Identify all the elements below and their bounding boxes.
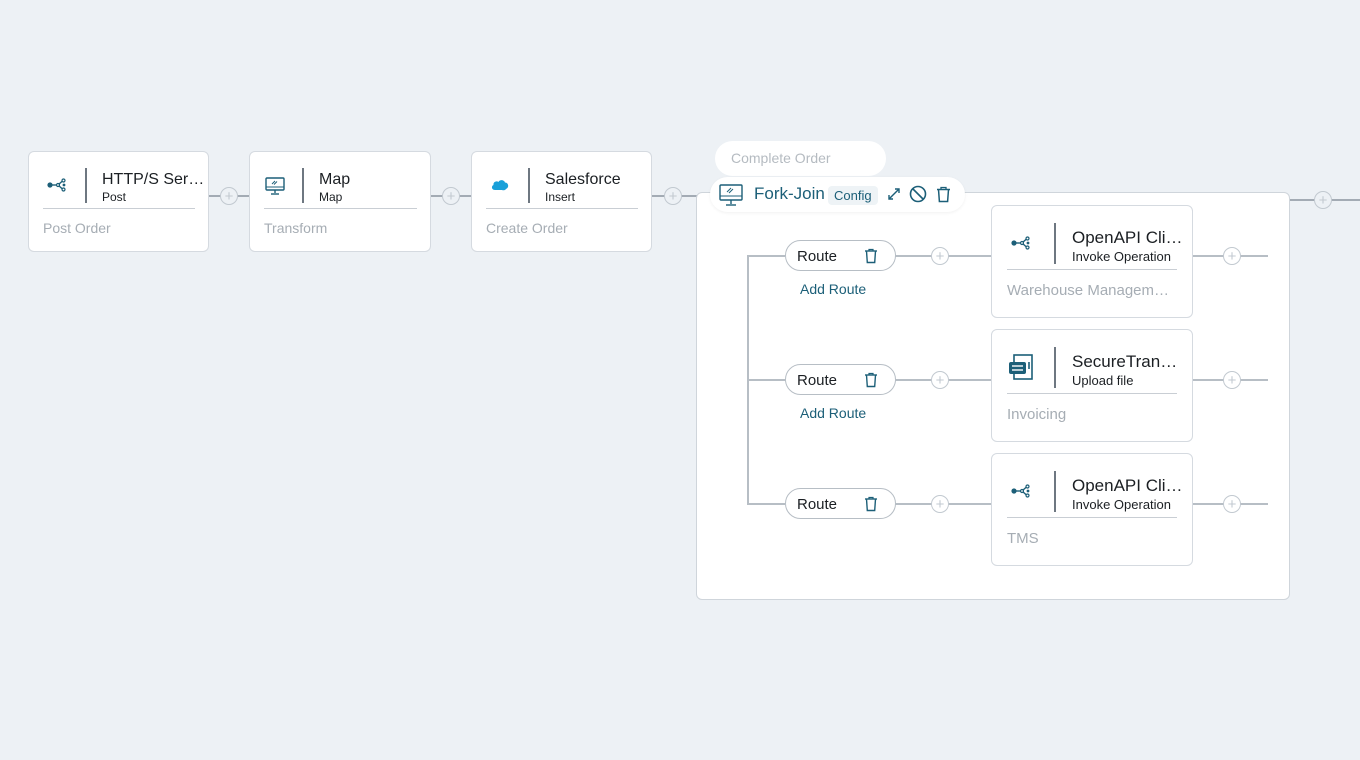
step-subtitle: Insert bbox=[545, 190, 576, 204]
step-title: Salesforce bbox=[545, 171, 621, 188]
monitor-fork-icon bbox=[718, 183, 744, 207]
trash-icon[interactable] bbox=[934, 185, 952, 203]
step-card-salesforce[interactable]: Salesforce Insert Create Order bbox=[471, 151, 652, 252]
step-subtitle: Post bbox=[102, 190, 127, 204]
step-title: OpenAPI Cli… bbox=[1072, 476, 1183, 495]
step-subtitle: Invoke Operation bbox=[1072, 249, 1172, 264]
add-step-button[interactable]: + bbox=[220, 187, 238, 205]
route-target-card[interactable]: SecureTran… Upload file Invoicing bbox=[991, 329, 1193, 442]
step-description: TMS bbox=[1007, 530, 1039, 547]
card-divider bbox=[528, 168, 530, 203]
step-card-http[interactable]: HTTP/S Ser… Post Post Order bbox=[28, 151, 209, 252]
route-line bbox=[747, 255, 785, 257]
disable-icon[interactable] bbox=[909, 185, 927, 203]
step-description: Warehouse Managem… bbox=[1007, 282, 1170, 299]
add-step-button[interactable]: + bbox=[931, 247, 949, 265]
route-pill[interactable]: Route bbox=[785, 364, 896, 395]
route-label: Route bbox=[797, 496, 838, 513]
add-step-button[interactable]: + bbox=[931, 371, 949, 389]
secure-transport-icon bbox=[1007, 353, 1035, 381]
card-rule bbox=[264, 208, 417, 209]
card-divider bbox=[1054, 347, 1056, 388]
route-label: Route bbox=[797, 248, 838, 265]
step-title: OpenAPI Cli… bbox=[1072, 228, 1183, 247]
fork-join-header[interactable]: Fork-Join Config bbox=[710, 177, 965, 212]
step-card-map[interactable]: Map Map Transform bbox=[249, 151, 431, 252]
api-connector-icon bbox=[46, 177, 68, 193]
step-title: Map bbox=[319, 171, 351, 188]
step-description: Create Order bbox=[486, 220, 568, 236]
api-connector-icon bbox=[1010, 235, 1032, 251]
expand-icon[interactable] bbox=[885, 185, 903, 203]
add-step-button[interactable]: + bbox=[442, 187, 460, 205]
step-description: Transform bbox=[264, 220, 328, 236]
trash-icon[interactable] bbox=[864, 248, 878, 264]
card-rule bbox=[1007, 517, 1177, 518]
step-subtitle: Invoke Operation bbox=[1072, 497, 1172, 512]
step-name-field[interactable]: Complete Order bbox=[715, 141, 886, 176]
route-line bbox=[747, 503, 785, 505]
route-line bbox=[747, 379, 785, 381]
trash-icon[interactable] bbox=[864, 372, 878, 388]
add-step-button[interactable]: + bbox=[1223, 247, 1241, 265]
card-divider bbox=[302, 168, 304, 203]
card-rule bbox=[1007, 269, 1177, 270]
card-divider bbox=[85, 168, 87, 203]
step-description: Invoicing bbox=[1007, 406, 1067, 423]
monitor-map-icon bbox=[264, 176, 286, 196]
add-step-button[interactable]: + bbox=[1223, 371, 1241, 389]
step-title: SecureTran… bbox=[1072, 352, 1178, 371]
config-button[interactable]: Config bbox=[828, 186, 878, 205]
card-rule bbox=[1007, 393, 1177, 394]
add-step-button[interactable]: + bbox=[1314, 191, 1332, 209]
route-pill[interactable]: Route bbox=[785, 240, 896, 271]
step-subtitle: Upload file bbox=[1072, 373, 1134, 388]
add-route-link[interactable]: Add Route bbox=[800, 281, 866, 297]
salesforce-cloud-icon bbox=[489, 177, 511, 193]
fork-join-title: Fork-Join bbox=[754, 184, 825, 203]
step-subtitle: Map bbox=[319, 190, 343, 204]
api-connector-icon bbox=[1010, 483, 1032, 499]
add-step-button[interactable]: + bbox=[931, 495, 949, 513]
add-step-button[interactable]: + bbox=[664, 187, 682, 205]
add-step-button[interactable]: + bbox=[1223, 495, 1241, 513]
flow-canvas[interactable]: + + + + HTTP/S Ser… Post Post Order Map … bbox=[0, 0, 1360, 760]
add-route-link[interactable]: Add Route bbox=[800, 405, 866, 421]
step-description: Post Order bbox=[43, 220, 111, 236]
card-rule bbox=[486, 208, 638, 209]
card-divider bbox=[1054, 471, 1056, 512]
card-divider bbox=[1054, 223, 1056, 264]
route-target-card[interactable]: OpenAPI Cli… Invoke Operation Warehouse … bbox=[991, 205, 1193, 318]
trash-icon[interactable] bbox=[864, 496, 878, 512]
route-target-card[interactable]: OpenAPI Cli… Invoke Operation TMS bbox=[991, 453, 1193, 566]
step-title: HTTP/S Ser… bbox=[102, 171, 205, 188]
route-label: Route bbox=[797, 372, 838, 389]
route-pill[interactable]: Route bbox=[785, 488, 896, 519]
card-rule bbox=[43, 208, 195, 209]
